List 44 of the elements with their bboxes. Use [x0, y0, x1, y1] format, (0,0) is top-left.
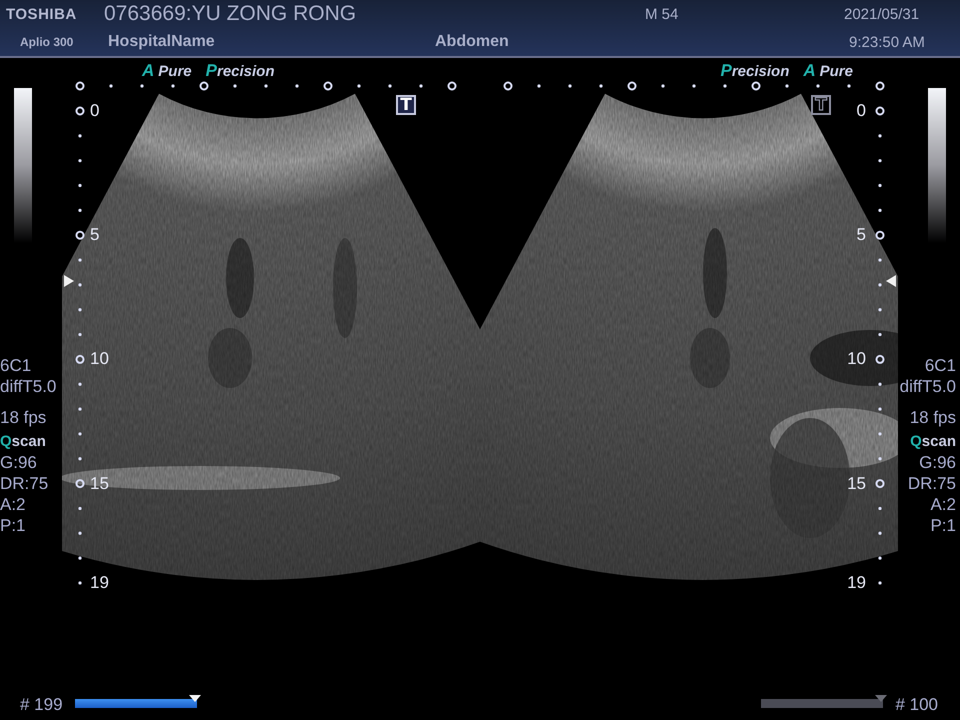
depth-label: 10: [847, 349, 866, 370]
depth-label: 19: [847, 572, 866, 593]
brand-tag: A Pure: [142, 61, 192, 81]
image-setting: DR:75: [908, 473, 956, 494]
focus-marker-icon: [64, 275, 74, 287]
patient-sex-age: M 54: [645, 6, 680, 22]
depth-label: 0: [856, 101, 866, 121]
frame-rate: 18 fps: [910, 407, 956, 428]
image-setting: P:1: [930, 515, 956, 536]
depth-label: 19: [90, 572, 109, 593]
focus-marker-icon: [886, 275, 896, 287]
depth-label: 5: [90, 225, 100, 246]
image-setting: G:96: [919, 452, 956, 473]
brand-tag: A Pure: [803, 61, 853, 81]
image-setting: DR:75: [0, 473, 48, 494]
brand-tag: Precision: [720, 61, 790, 81]
model-name: Aplio 300: [19, 35, 74, 49]
brand-logo: TOSHIBA: [5, 6, 78, 22]
frame-number: # 100: [895, 695, 938, 715]
hospital-name: HospitalName: [108, 33, 216, 51]
image-setting: G:96: [0, 452, 37, 473]
exam-type: Abdomen: [435, 33, 510, 51]
filter-setting: diffT5.0: [0, 376, 56, 397]
exam-date: 2021/05/31: [844, 6, 920, 22]
scan-mode: Qscan: [910, 432, 956, 452]
t-indicator: T: [396, 95, 416, 115]
patient-id-name: 0763669:YU ZONG RONG: [104, 2, 358, 26]
t-indicator: T: [811, 95, 831, 115]
probe-name: 6C1: [924, 355, 956, 376]
frame-rate: 18 fps: [0, 407, 46, 428]
image-setting: A:2: [930, 494, 956, 515]
image-setting: A:2: [0, 494, 26, 515]
image-setting: P:1: [0, 515, 26, 536]
filter-setting: diffT5.0: [900, 376, 956, 397]
exam-time: 9:23:50 AM: [849, 34, 925, 50]
depth-label: 15: [90, 474, 109, 494]
scan-mode: Qscan: [0, 432, 46, 452]
probe-name: 6C1: [0, 355, 32, 376]
depth-label: 0: [90, 101, 100, 121]
frame-number: # 199: [20, 695, 63, 715]
depth-label: 5: [856, 225, 866, 246]
depth-label: 10: [90, 349, 109, 370]
depth-label: 15: [847, 474, 866, 494]
brand-tag: Precision: [206, 61, 275, 81]
